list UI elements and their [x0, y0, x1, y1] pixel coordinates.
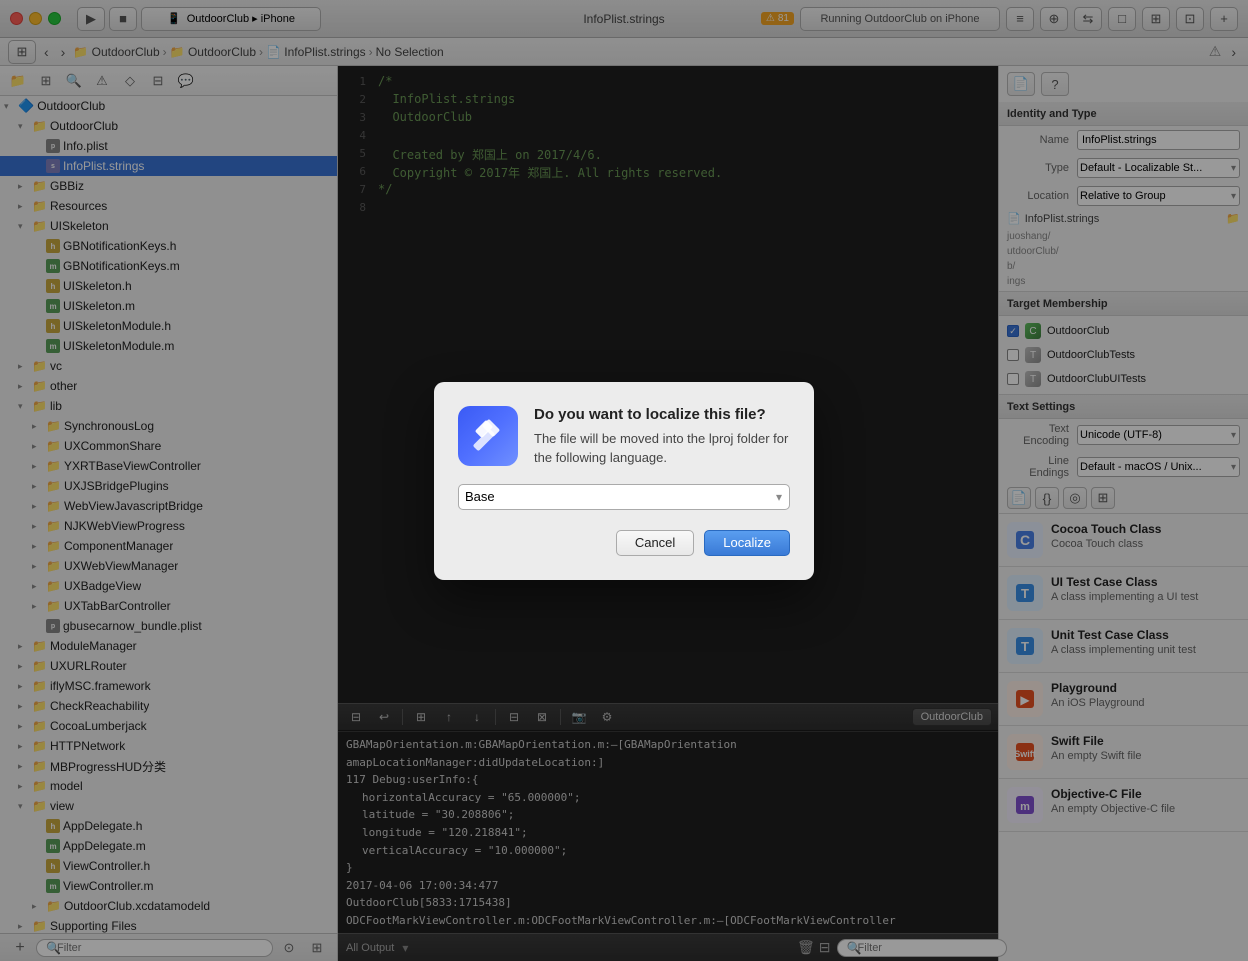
cancel-button[interactable]: Cancel [616, 530, 694, 556]
localize-button[interactable]: Localize [704, 530, 790, 556]
modal-title: Do you want to localize this file? [534, 406, 790, 423]
modal-buttons: Cancel Localize [458, 530, 790, 556]
language-select[interactable]: Base English Chinese (Simplified) [458, 484, 790, 510]
modal-description: The file will be moved into the lproj fo… [534, 429, 790, 468]
modal-header: Do you want to localize this file? The f… [458, 406, 790, 468]
modal-select-row: Base English Chinese (Simplified) [458, 484, 790, 510]
localize-dialog: Do you want to localize this file? The f… [434, 382, 814, 580]
modal-select-wrap: Base English Chinese (Simplified) [458, 484, 790, 510]
xcode-hammer-icon [458, 406, 518, 466]
modal-overlay[interactable]: Do you want to localize this file? The f… [0, 0, 1248, 961]
modal-title-area: Do you want to localize this file? The f… [534, 406, 790, 468]
